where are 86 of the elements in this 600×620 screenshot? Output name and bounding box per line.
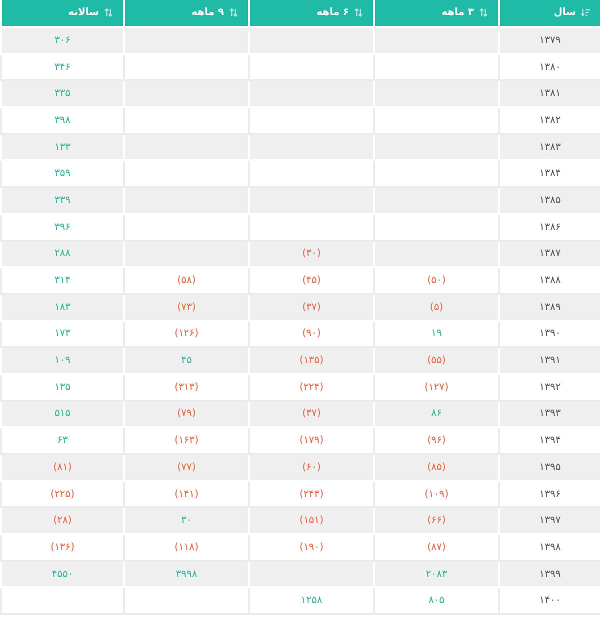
table-cell: (۱۶۳): [123, 428, 248, 455]
table-cell: ۳۰۶: [0, 28, 123, 55]
year-cell: ۱۳۸۸: [498, 268, 600, 295]
table-cell: (۱۳۵): [248, 348, 373, 375]
table-cell: (۱۷۹): [248, 428, 373, 455]
table-cell: ۳۰: [123, 508, 248, 536]
year-cell: ۱۳۹۲: [498, 374, 600, 402]
table-cell: (۵): [373, 294, 498, 322]
table-cell: ۶۳: [0, 428, 123, 455]
table-cell: ۳۵۹: [0, 161, 123, 188]
table-cell: ۳۹۹۸: [123, 562, 248, 588]
table-cell: (۳۷): [248, 294, 373, 322]
table-cell: ۸۶: [373, 402, 498, 428]
table-cell: (۶۰): [248, 455, 373, 482]
column-header[interactable]: ۹ ماهه: [123, 0, 248, 28]
column-header[interactable]: ۳ ماهه: [373, 0, 498, 28]
table-cell: (۱۵۱): [248, 508, 373, 536]
table-cell: (۹۶): [373, 428, 498, 455]
year-cell: ۱۳۸۹: [498, 294, 600, 322]
table-cell: ۱۲۵۸: [248, 588, 373, 616]
year-cell: ۱۳۸۳: [498, 134, 600, 162]
table-cell: (۳۷): [248, 402, 373, 428]
table-cell: (۵۸): [123, 268, 248, 295]
table-cell: (۸۱): [0, 455, 123, 482]
column-header[interactable]: سال: [498, 0, 600, 28]
table-cell: (۲۸): [0, 508, 123, 536]
table-cell: (۱۹۰): [248, 535, 373, 562]
table-cell: (۴۵): [248, 268, 373, 295]
column-header[interactable]: ۶ ماهه: [248, 0, 373, 28]
table-cell: ۳۴۶: [0, 54, 123, 82]
column-header[interactable]: سالانه: [0, 0, 123, 28]
table-cell: ۱۸۳: [0, 294, 123, 322]
year-cell: ۱۳۷۹: [498, 28, 600, 55]
table-cell: (۶۶): [373, 508, 498, 536]
table-cell: (۳۰): [248, 242, 373, 268]
table-cell: (۱۴۱): [123, 482, 248, 508]
table-cell: ۱۰۹: [0, 348, 123, 375]
table-cell: (۲۲۴): [248, 374, 373, 402]
table-cell: ۵۱۵: [0, 402, 123, 428]
year-cell: ۱۳۹۱: [498, 348, 600, 375]
table-cell: ۱۹: [373, 322, 498, 348]
table-cell: (۱۱۸): [123, 535, 248, 562]
table-cell: (۵۰): [373, 268, 498, 295]
table-cell: (۳۱۳): [123, 374, 248, 402]
table-cell: ۱۷۳: [0, 322, 123, 348]
table-cell: (۹۰): [248, 322, 373, 348]
table-cell: ۳۹۶: [0, 214, 123, 242]
table-cell: ۴۵: [123, 348, 248, 375]
table-cell: ۲۰۸۳: [373, 562, 498, 588]
year-cell: ۱۳۹۴: [498, 428, 600, 455]
table-cell: ۳۱۴: [0, 268, 123, 295]
table-cell: ۳۳۹: [0, 188, 123, 215]
table-cell: (۷۳): [123, 294, 248, 322]
year-cell: ۱۳۸۷: [498, 242, 600, 268]
table-cell: ۲۸۸: [0, 242, 123, 268]
table-cell: (۷۹): [123, 402, 248, 428]
table-cell: ۴۵۵۰: [0, 562, 123, 588]
year-cell: ۱۳۹۷: [498, 508, 600, 536]
year-cell: ۱۳۸۴: [498, 161, 600, 188]
table-cell: (۱۲۶): [123, 322, 248, 348]
table-cell: ۱۳۵: [0, 374, 123, 402]
year-cell: ۱۳۹۰: [498, 322, 600, 348]
table-cell: (۱۲۷): [373, 374, 498, 402]
table-cell: (۱۰۹): [373, 482, 498, 508]
table-cell: (۸۷): [373, 535, 498, 562]
table-cell: ۳۳۵: [0, 81, 123, 108]
table-cell: ۳۹۸: [0, 108, 123, 135]
table-cell: (۲۲۵): [0, 482, 123, 508]
year-cell: ۱۳۸۱: [498, 81, 600, 108]
year-cell: ۱۳۸۲: [498, 108, 600, 135]
table-cell: ۱۳۳: [0, 134, 123, 162]
table-cell: (۵۵): [373, 348, 498, 375]
table-cell: ۸۰۵: [373, 588, 498, 616]
year-cell: ۱۳۹۶: [498, 482, 600, 508]
year-cell: ۱۳۹۸: [498, 535, 600, 562]
table-cell: (۱۳۶): [0, 535, 123, 562]
table-cell: (۸۵): [373, 455, 498, 482]
year-cell: ۱۳۹۳: [498, 402, 600, 428]
year-cell: ۱۳۸۵: [498, 188, 600, 215]
table-cell: (۲۴۳): [248, 482, 373, 508]
year-cell: ۱۳۹۹: [498, 562, 600, 588]
year-cell: ۱۳۹۵: [498, 455, 600, 482]
year-cell: ۱۳۸۶: [498, 214, 600, 242]
table-cell: (۷۷): [123, 455, 248, 482]
year-cell: ۱۳۸۰: [498, 54, 600, 82]
year-cell: ۱۴۰۰: [498, 588, 600, 616]
